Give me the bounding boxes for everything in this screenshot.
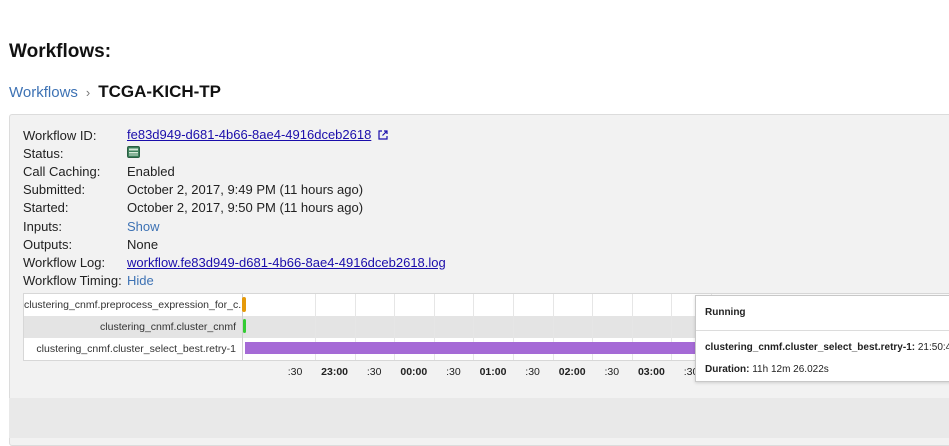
call-caching-value: Enabled: [127, 163, 175, 179]
submitted-value: October 2, 2017, 9:49 PM (11 hours ago): [127, 182, 364, 198]
workflow-log-label: Workflow Log:: [23, 254, 106, 270]
breadcrumb-workflows-link[interactable]: Workflows: [9, 84, 78, 101]
task-label: clustering_cnmf.cluster_select_best.retr…: [36, 343, 236, 355]
tooltip-status: Running: [696, 296, 949, 331]
inputs-label: Inputs:: [23, 218, 63, 234]
breadcrumb: Workflows › TCGA-KICH-TP: [9, 82, 221, 102]
started-label: Started:: [23, 200, 69, 216]
outputs-label: Outputs:: [23, 236, 73, 252]
workflow-id-label: Workflow ID:: [23, 127, 97, 143]
workflow-timing-label: Workflow Timing:: [23, 273, 122, 289]
timeline-tick-label: 23:00: [321, 366, 349, 378]
row-inputs: Inputs: Show: [23, 217, 446, 235]
lower-section: [9, 398, 949, 438]
task-bar-preprocess[interactable]: [242, 297, 246, 312]
row-started: Started: October 2, 2017, 9:50 PM (11 ho…: [23, 199, 446, 217]
row-workflow-id: Workflow ID: fe83d949-d681-4b66-8ae4-491…: [23, 126, 446, 144]
row-submitted: Submitted: October 2, 2017, 9:49 PM (11 …: [23, 181, 446, 199]
breadcrumb-separator: ›: [85, 84, 91, 100]
row-workflow-log: Workflow Log: workflow.fe83d949-d681-4b6…: [23, 253, 446, 271]
tooltip-duration-label: Duration:: [705, 364, 750, 375]
timeline-tick-label: :30: [604, 366, 620, 378]
timeline-tick-label: :30: [446, 366, 461, 378]
status-running-icon: [127, 146, 140, 161]
timeline-tick-label: :30: [525, 366, 540, 378]
workflow-details: Workflow ID: fe83d949-d681-4b66-8ae4-491…: [23, 126, 446, 290]
tooltip-duration-line: Duration: 11h 12m 26.022s: [705, 363, 947, 385]
workflow-log-link[interactable]: workflow.fe83d949-d681-4b66-8ae4-4916dce…: [127, 255, 446, 270]
external-link-icon[interactable]: [378, 128, 388, 143]
row-status: Status:: [23, 144, 446, 162]
timeline-tick-label: 02:00: [558, 366, 586, 378]
timeline-tick-label: 01:00: [479, 366, 507, 378]
task-bar-cluster-cnmf[interactable]: [243, 319, 246, 333]
call-caching-label: Call Caching:: [23, 163, 101, 179]
workflow-details-panel: Workflow ID: fe83d949-d681-4b66-8ae4-491…: [9, 114, 949, 446]
row-call-caching: Call Caching: Enabled: [23, 162, 446, 180]
submitted-label: Submitted:: [23, 182, 86, 198]
timeline-tick-label: 00:00: [400, 366, 428, 378]
page-title: Workflows:: [9, 41, 112, 62]
inputs-show-toggle[interactable]: Show: [127, 219, 160, 234]
outputs-value: None: [127, 236, 159, 252]
workflow-id-link[interactable]: fe83d949-d681-4b66-8ae4-4916dceb2618: [127, 127, 371, 142]
timeline-tick-label: :30: [287, 366, 303, 378]
tooltip-task-time: 21:50:4: [917, 342, 949, 353]
row-outputs: Outputs: None: [23, 235, 446, 253]
tooltip-task-line: clustering_cnmf.cluster_select_best.retr…: [705, 341, 949, 363]
tooltip-duration-value: 11h 12m 26.022s: [752, 364, 829, 375]
task-label: clustering_cnmf.cluster_cnmf: [100, 321, 236, 333]
started-value: October 2, 2017, 9:50 PM (11 hours ago): [127, 200, 364, 216]
tooltip-task-name: clustering_cnmf.cluster_select_best.retr…: [705, 342, 916, 353]
status-label: Status:: [23, 145, 64, 161]
timeline-tick-label: :30: [366, 366, 382, 378]
breadcrumb-current: TCGA-KICH-TP: [98, 82, 222, 101]
task-tooltip: Running clustering_cnmf.cluster_select_b…: [695, 295, 949, 382]
timeline-tick-label: 03:00: [637, 366, 665, 378]
row-workflow-timing: Workflow Timing: Hide: [23, 272, 446, 290]
workflow-timing-hide-toggle[interactable]: Hide: [127, 273, 154, 288]
task-label: clustering_cnmf.preprocess_expression_fo…: [24, 299, 242, 311]
